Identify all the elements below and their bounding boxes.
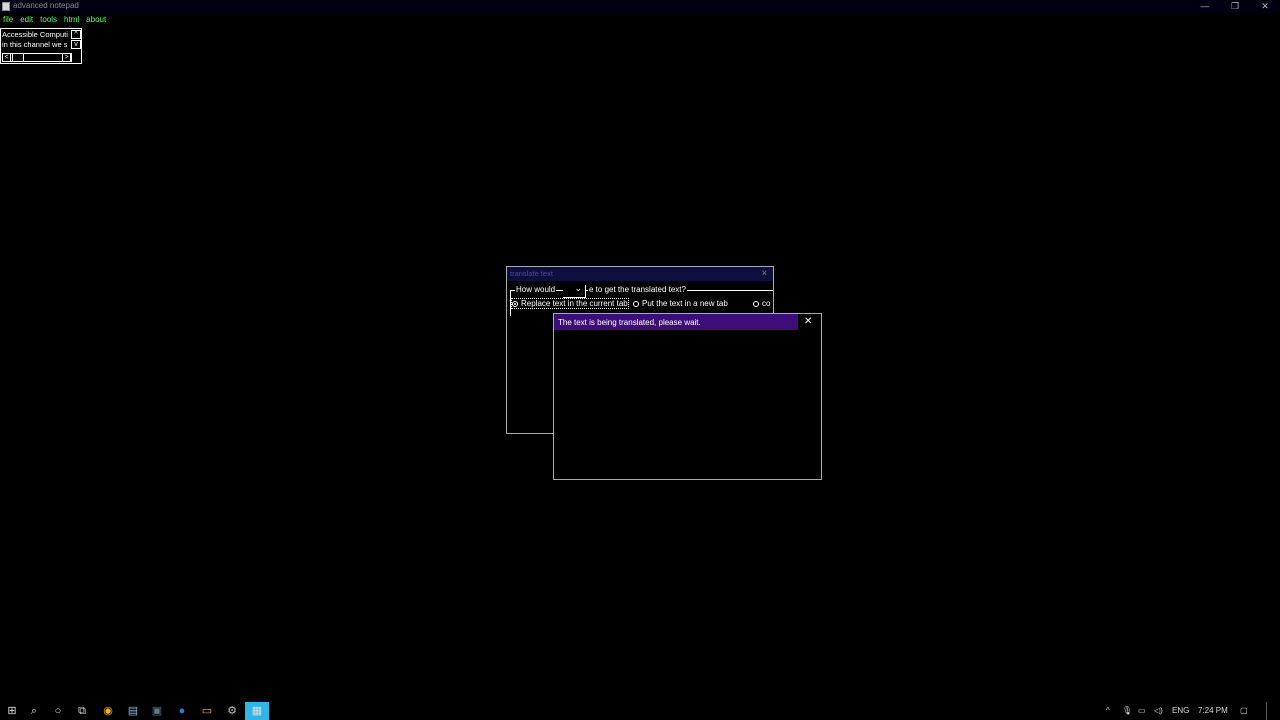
scroll-right-button[interactable]: > xyxy=(62,53,71,62)
radio-icon xyxy=(633,301,639,307)
title-bar: advanced notepad — ❐ ✕ xyxy=(0,0,1280,13)
menu-about[interactable]: about xyxy=(83,15,110,27)
wait-close-button[interactable]: ✕ xyxy=(804,316,812,327)
restore-button[interactable]: ❐ xyxy=(1220,0,1250,13)
search-icon[interactable]: ⌕ xyxy=(22,702,46,720)
dialog-title-bar: translate text × xyxy=(507,267,773,281)
dialog-title: translate text xyxy=(510,269,553,278)
start-icon[interactable]: ⊞ xyxy=(0,702,24,720)
radio-checked-icon xyxy=(512,301,518,307)
app-icon xyxy=(2,2,10,11)
task-view-icon[interactable]: ⧉ xyxy=(70,702,94,720)
scroll-left-button[interactable]: < xyxy=(2,53,11,62)
cortana-icon[interactable]: ○ xyxy=(46,702,70,720)
window-title: advanced notepad xyxy=(13,1,79,10)
scroll-up-button[interactable]: ^ xyxy=(71,30,81,39)
dialog-close-button[interactable]: × xyxy=(762,268,767,278)
close-button[interactable]: ✕ xyxy=(1250,0,1280,13)
radio-third-option[interactable]: co xyxy=(753,299,770,308)
menu-edit[interactable]: edit xyxy=(17,15,37,27)
radio-new-tab[interactable]: Put the text in a new tab xyxy=(633,299,728,308)
scroll-down-button[interactable]: v xyxy=(71,40,81,49)
language-indicator[interactable]: ENG xyxy=(1172,702,1189,720)
menu-html[interactable]: html xyxy=(61,15,83,27)
group-label-rest: e to get the translated text? xyxy=(588,285,687,294)
network-icon[interactable]: ▭ xyxy=(1138,702,1146,720)
volume-icon[interactable]: ◁) xyxy=(1154,702,1163,720)
list-item[interactable]: in this channel we s xyxy=(2,40,70,50)
taskbar: ⊞ ⌕ ○ ⧉ ◉ ▤ ▣ ● ▭ ⚙ ▦ ^ 🎙 ▭ ◁) ENG 7:24 … xyxy=(0,702,1280,720)
app-icon[interactable]: ▣ xyxy=(145,702,169,720)
group-label: How would xyxy=(515,285,557,294)
horizontal-scrollbar[interactable]: < > xyxy=(2,53,72,62)
menu-file[interactable]: file xyxy=(0,15,17,27)
wait-title-bar: The text is being translated, please wai… xyxy=(554,314,798,330)
list-item[interactable]: Accessible Computi xyxy=(2,30,70,40)
clock[interactable]: 7:24 PM xyxy=(1198,702,1228,720)
explorer-icon[interactable]: ▭ xyxy=(195,702,219,720)
dropdown-overlay[interactable] xyxy=(563,283,586,298)
edge-icon[interactable]: ● xyxy=(170,702,194,720)
menu-bar: file edit tools html about xyxy=(0,15,110,27)
minimize-button[interactable]: — xyxy=(1190,0,1220,13)
settings-icon[interactable]: ⚙ xyxy=(220,702,244,720)
menu-tools[interactable]: tools xyxy=(37,15,61,27)
radio-replace-text[interactable]: Replace text in the current tab xyxy=(511,298,629,309)
translation-wait-dialog: The text is being translated, please wai… xyxy=(553,313,822,480)
scroll-thumb[interactable] xyxy=(12,53,24,62)
wait-message: The text is being translated, please wai… xyxy=(558,318,701,327)
microphone-icon[interactable]: 🎙 xyxy=(1122,702,1132,720)
tab-list-box[interactable]: Accessible Computi ^ in this channel we … xyxy=(0,28,82,64)
notifications-icon[interactable]: ▢ xyxy=(1240,702,1248,720)
notepad-icon[interactable]: ▤ xyxy=(121,702,145,720)
show-desktop-button[interactable] xyxy=(1266,702,1277,720)
tray-chevron-icon[interactable]: ^ xyxy=(1106,702,1110,720)
chrome-icon[interactable]: ◉ xyxy=(96,702,120,720)
advanced-notepad-icon[interactable]: ▦ xyxy=(245,702,269,720)
radio-icon xyxy=(753,301,759,307)
